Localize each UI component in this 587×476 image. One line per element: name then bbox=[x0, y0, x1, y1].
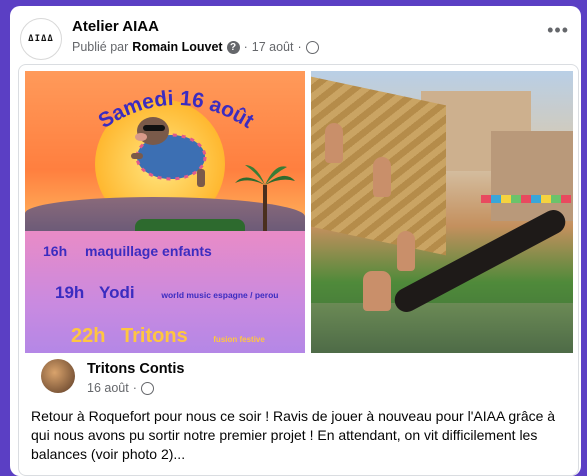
shared-meta: 16 août · bbox=[87, 381, 154, 395]
person-graphic bbox=[325, 123, 343, 163]
poster-line-3-name: Tritons bbox=[121, 325, 188, 347]
post-date-link[interactable]: 17 août bbox=[252, 40, 294, 54]
person-graphic bbox=[373, 157, 391, 197]
shared-avatar[interactable] bbox=[41, 359, 75, 393]
post-header: ΔΙΔΔ Atelier AIAA Publié par Romain Louv… bbox=[10, 6, 581, 62]
poster-line-2: 19h Yodi world music espagne / perou bbox=[55, 283, 278, 303]
poster-headline: Samedi 16 août bbox=[94, 87, 257, 133]
poster-line-1-time: 16h bbox=[43, 243, 68, 259]
poster-image[interactable]: Samedi 16 août 16h maquillage enfants 19… bbox=[25, 71, 305, 353]
globe-icon bbox=[305, 40, 319, 54]
shared-post[interactable]: Samedi 16 août 16h maquillage enfants 19… bbox=[18, 64, 579, 476]
meta-separator: · bbox=[243, 40, 248, 54]
bunting-graphic bbox=[481, 195, 571, 203]
meta-separator: · bbox=[132, 381, 137, 395]
poster-line-2-note: world music espagne / perou bbox=[161, 290, 279, 300]
published-by-label: Publié par bbox=[72, 40, 129, 54]
post-meta: Publié par Romain Louvet ? · 17 août · bbox=[72, 40, 319, 54]
globe-icon bbox=[140, 381, 154, 395]
band-photo[interactable] bbox=[311, 71, 573, 353]
poster-line-3: 22h Tritons fusion festive bbox=[71, 325, 265, 348]
poster-line-2-time: 19h bbox=[55, 283, 85, 302]
page-avatar[interactable]: ΔΙΔΔ bbox=[20, 18, 62, 60]
shared-header: Tritons Contis 16 août · bbox=[41, 359, 561, 403]
building-graphic bbox=[491, 131, 573, 221]
poster-line-1: 16h maquillage enfants bbox=[43, 243, 212, 259]
author-link[interactable]: Romain Louvet bbox=[132, 40, 222, 54]
person-graphic bbox=[363, 271, 391, 311]
person-graphic bbox=[397, 231, 415, 271]
svg-text:Samedi 16 août: Samedi 16 août bbox=[94, 87, 257, 133]
palm-tree-graphic bbox=[235, 165, 295, 241]
poster-line-1-text: maquillage enfants bbox=[85, 243, 212, 259]
poster-headline-text: Samedi 16 août bbox=[94, 87, 257, 133]
poster-line-2-name: Yodi bbox=[99, 283, 135, 302]
shared-date-link[interactable]: 16 août bbox=[87, 381, 129, 395]
page-name-link[interactable]: Atelier AIAA bbox=[72, 18, 159, 35]
meta-separator: · bbox=[297, 40, 302, 54]
shared-text: Retour à Roquefort pour nous ce soir ! R… bbox=[31, 408, 556, 462]
post-card: ΔΙΔΔ Atelier AIAA Publié par Romain Louv… bbox=[10, 6, 581, 476]
more-options-button[interactable]: ••• bbox=[547, 20, 569, 41]
poster-line-3-time: 22h bbox=[71, 325, 106, 347]
poster-line-3-note: fusion festive bbox=[213, 335, 265, 344]
question-icon[interactable]: ? bbox=[226, 40, 240, 54]
water-graphic bbox=[311, 303, 573, 353]
shared-name-link[interactable]: Tritons Contis bbox=[87, 361, 184, 377]
